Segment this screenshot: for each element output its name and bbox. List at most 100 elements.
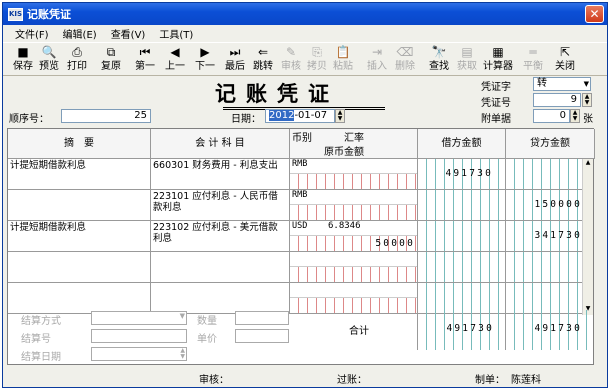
seq-label: 顺序号： [9, 114, 49, 125]
footer-area: 结算方式 ▼ 结算号 结算日期 ▲ ▼ 数量 单价 合计 491730 49173… [7, 310, 594, 365]
currency-code [290, 252, 328, 266]
col-summary: 摘 要 [8, 129, 151, 159]
delete-icon: ⌫ [396, 45, 414, 59]
toolbar-delete-button[interactable]: ⌫ 删除 [389, 44, 421, 76]
date-year: 2012 [269, 110, 295, 121]
credit-cell[interactable]: 341730 [506, 221, 584, 252]
credit-cell[interactable] [506, 252, 584, 283]
toolbar-next-button[interactable]: ▶ 下一 [189, 44, 221, 76]
settle-no-label: 结算号 [21, 334, 51, 345]
account-cell[interactable]: 223102 应付利息 - 美元借款利息 [151, 221, 290, 252]
toolbar-label: 打印 [67, 61, 87, 72]
menu-item-3[interactable]: 工具(T) [159, 26, 193, 41]
settle-date-label: 结算日期 [21, 352, 61, 363]
summary-cell[interactable] [8, 190, 151, 221]
summary-cell[interactable]: 计提短期借款利息 [8, 221, 151, 252]
toolbar-restore-button[interactable]: ⧉ 复原 [95, 44, 127, 76]
toolbar: ■ 保存 🔍 预览 ⎙ 打印 ⧉ 复原 ⏮ 第一 ◀ 上一 ▶ 下一 ⏭ 最后 ⇐ 跳转 ✎ 审核 ⎘ 拷贝 📋 粘贴 ⇥ 插入 ⌫… [3, 42, 607, 76]
chevron-down-icon[interactable]: ▼ [180, 312, 185, 320]
vertical-scrollbar[interactable]: ▲ ▼ [582, 159, 593, 315]
orig-amount-cell [290, 267, 417, 282]
date-spinner-icon[interactable]: ▲ ▼ [180, 348, 185, 360]
date-spinner[interactable]: ▲ ▼ [335, 109, 345, 123]
orig-amount-cell: 50000 [290, 236, 417, 251]
toolbar-paste-button[interactable]: 📋 粘贴 [327, 44, 359, 76]
voucher-word-value: 转 [537, 78, 547, 89]
debit-cell[interactable] [418, 221, 506, 252]
toolbar-exit-button[interactable]: ⇱ 关闭 [549, 44, 581, 76]
debit-cell[interactable] [418, 190, 506, 221]
orig-amount-cell [290, 174, 417, 189]
attachments-unit: 张 [583, 114, 593, 125]
currency-cell[interactable]: RMB [290, 190, 418, 221]
currency-cell[interactable]: USD 6.8346 50000 [290, 221, 418, 252]
col-account: 会 计 科 目 [151, 129, 290, 159]
seq-field[interactable]: 25 [61, 109, 151, 123]
toolbar-label: 复原 [101, 61, 121, 72]
summary-cell[interactable]: 计提短期借款利息 [8, 159, 151, 190]
settle-method-select[interactable]: ▼ [91, 311, 187, 325]
settle-no-field[interactable] [91, 329, 187, 343]
voucher-header: 记账凭证 凭证字 转 ▼ 凭证号 9 ▲ ▼ 附单据 0 ▲ ▼ 张 顺序号： 25 … [3, 76, 607, 128]
toolbar-label: 下一 [195, 61, 215, 72]
settle-date-field[interactable]: ▲ ▼ [91, 347, 187, 361]
chevron-down-icon[interactable]: ▼ [584, 78, 589, 90]
account-cell[interactable]: 660301 财务费用 - 利息支出 [151, 159, 290, 190]
toolbar-balance-button[interactable]: ═ 平衡 [517, 44, 549, 76]
col-credit: 贷方金额 [506, 129, 595, 159]
credit-amount: 150000 [534, 199, 582, 210]
currency-cell[interactable]: RMB [290, 159, 418, 190]
col-currency: 币别 [292, 133, 312, 144]
date-label: 日期： [231, 114, 261, 125]
toolbar-print-button[interactable]: ⎙ 打印 [61, 44, 93, 76]
toolbar-label: 粘贴 [333, 61, 353, 72]
currency-code [290, 283, 328, 297]
col-orig: 原币金额 [324, 147, 364, 158]
toolbar-calculator-button[interactable]: ▦ 计算器 [477, 44, 519, 76]
qty-field[interactable] [235, 311, 289, 325]
status-bar: 审核： 过账： 制单： 陈莲科 [3, 369, 607, 387]
next-icon: ▶ [200, 45, 210, 59]
qty-label: 数量 [197, 316, 217, 327]
menu-bar: 文件(F) 编辑(E) 查看(V) 工具(T) [3, 25, 607, 42]
price-field[interactable] [235, 329, 289, 343]
exit-icon: ⇱ [559, 45, 571, 59]
menu-item-2[interactable]: 查看(V) [111, 26, 146, 41]
debit-cell[interactable]: 491730 [418, 159, 506, 190]
debit-cell[interactable] [418, 252, 506, 283]
currency-rate-line: USD 6.8346 [290, 221, 417, 236]
orig-amount: 50000 [375, 238, 415, 249]
toolbar-first-button[interactable]: ⏮ 第一 [129, 44, 161, 76]
account-cell[interactable]: 223101 应付利息 - 人民币借款利息 [151, 190, 290, 221]
date-field[interactable]: 2012-01-07 [265, 109, 335, 123]
account-cell[interactable] [151, 252, 290, 283]
orig-amount-cell [290, 205, 417, 220]
credit-amount: 341730 [534, 230, 582, 241]
menu-item-0[interactable]: 文件(F) [15, 26, 49, 41]
toolbar-label: 平衡 [523, 61, 543, 72]
page-title: 记账凭证 [215, 81, 339, 106]
total-credit: 491730 [534, 323, 582, 334]
credit-cell[interactable] [506, 159, 584, 190]
currency-code: USD [292, 221, 308, 231]
date-rest: -01-07 [294, 110, 328, 121]
currency-rate-line: RMB [290, 159, 417, 174]
menu-item-1[interactable]: 编辑(E) [63, 26, 97, 41]
credit-cell[interactable]: 150000 [506, 190, 584, 221]
summary-cell[interactable] [8, 252, 151, 283]
col-rate: 汇率 [344, 133, 364, 144]
col-currency-group: 币别 汇率 原币金额 [290, 129, 418, 159]
close-icon[interactable]: ✕ [585, 5, 604, 23]
voucher-word-select[interactable]: 转 ▼ [533, 77, 591, 91]
voucher-window: KIS 记账凭证 ✕ 文件(F) 编辑(E) 查看(V) 工具(T) ■ 保存 🔍 预览 ⎙ 打… [2, 2, 608, 388]
currency-cell[interactable] [290, 252, 418, 283]
first-icon: ⏮ [139, 45, 151, 59]
voucher-no-field[interactable]: 9 [533, 93, 581, 107]
toolbar-prev-button[interactable]: ◀ 上一 [159, 44, 191, 76]
attachments-field[interactable]: 0 [533, 109, 570, 123]
attachments-spinner[interactable]: ▲ ▼ [570, 109, 580, 123]
balance-icon: ═ [529, 45, 537, 59]
post-label: 过账： [337, 375, 367, 386]
scroll-up-icon[interactable]: ▲ [583, 159, 593, 169]
voucher-no-spinner[interactable]: ▲ ▼ [582, 93, 592, 107]
